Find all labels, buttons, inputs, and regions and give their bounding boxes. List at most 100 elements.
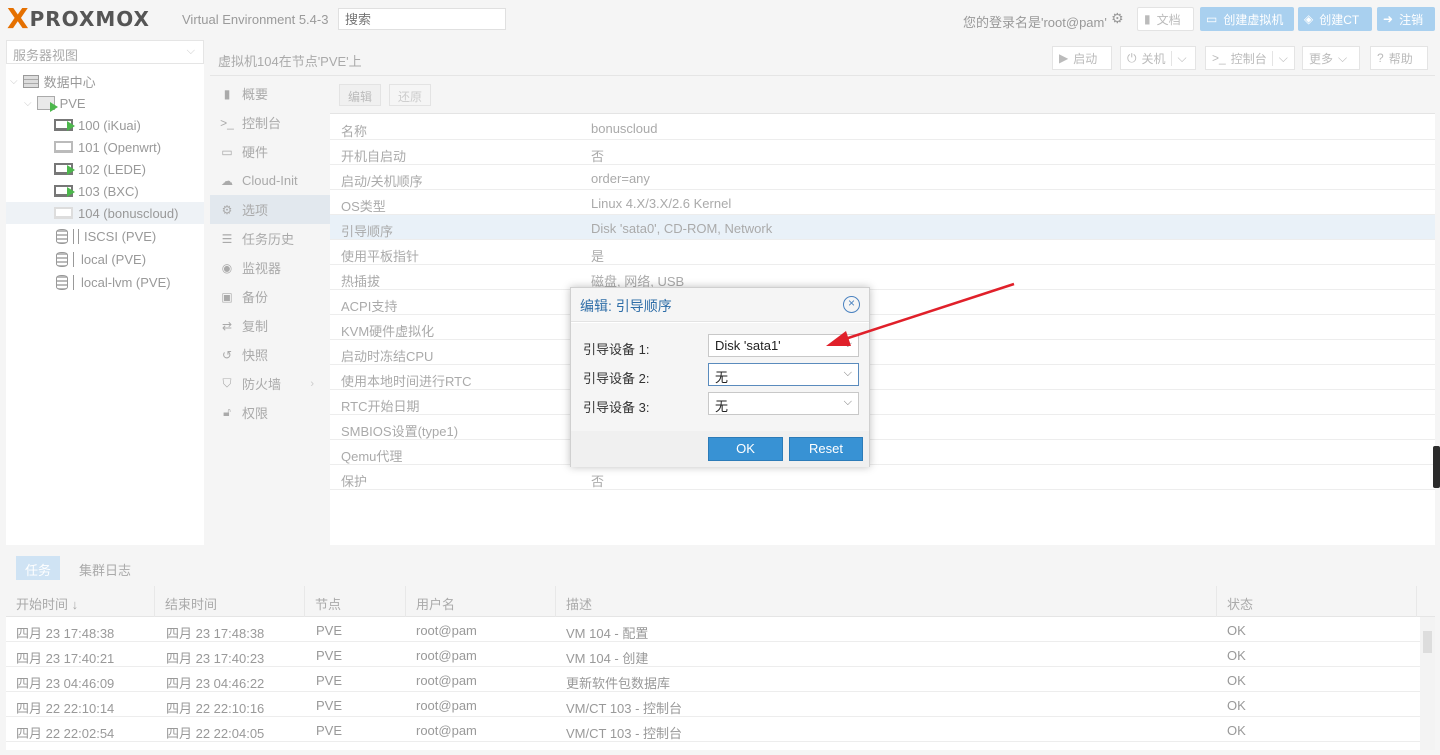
option-row[interactable]: SMBIOS设置(type1) bbox=[330, 415, 1435, 440]
option-key: 启动/关机顺序 bbox=[341, 174, 423, 189]
menu-item-backup[interactable]: ▣ 备份 bbox=[210, 282, 330, 311]
column-node[interactable]: 节点 bbox=[305, 586, 406, 617]
task-row[interactable]: 四月 22 22:02:54 四月 22 22:04:05 PVE root@pam V… bbox=[6, 717, 1420, 742]
chevron-down-icon[interactable]: ⌵ bbox=[1170, 50, 1187, 66]
task-cell: root@pam bbox=[416, 723, 477, 738]
view-selector[interactable]: 服务器视图 ⌵ bbox=[6, 40, 204, 64]
console-button[interactable]: >_ 控制台 ⌵ bbox=[1205, 46, 1295, 70]
create-vm-button[interactable]: ▭ 创建虚拟机 bbox=[1200, 7, 1294, 31]
task-scrollbar[interactable] bbox=[1420, 617, 1435, 750]
option-row[interactable]: RTC开始日期 bbox=[330, 390, 1435, 415]
tree-item-node-pve[interactable]: ⌵ PVE bbox=[24, 92, 86, 114]
option-row[interactable]: Qemu代理 bbox=[330, 440, 1435, 465]
option-key: 开机自启动 bbox=[341, 149, 407, 164]
boot-device-3-select[interactable]: 无 ⌵ bbox=[708, 392, 859, 415]
database-icon bbox=[56, 274, 68, 290]
scrollbar-thumb[interactable] bbox=[1423, 631, 1432, 653]
option-row[interactable]: 开机自启动 否 bbox=[330, 140, 1435, 165]
terminal-icon: >_ bbox=[220, 115, 234, 130]
option-row[interactable]: 启动时冻结CPU bbox=[330, 340, 1435, 365]
tree-item-vm-101[interactable]: 101 (Openwrt) bbox=[54, 136, 161, 158]
tab-tasks[interactable]: 任务 bbox=[16, 556, 61, 580]
option-row[interactable]: 名称 bonuscloud bbox=[330, 115, 1435, 140]
column-end-time[interactable]: 结束时间 bbox=[155, 586, 305, 617]
tree-item-label: local-lvm (PVE) bbox=[81, 274, 171, 290]
boot-device-1-label: 引导设备 1: bbox=[583, 342, 650, 357]
task-cell: root@pam bbox=[416, 623, 477, 638]
search-input[interactable] bbox=[338, 8, 506, 30]
chevron-down-icon: ⌵ bbox=[1338, 50, 1348, 65]
option-row[interactable]: 保护 否 bbox=[330, 465, 1435, 490]
menu-item-snapshots[interactable]: ↺ 快照 bbox=[210, 340, 330, 369]
tree-item-storage-local-lvm[interactable]: local-lvm (PVE) bbox=[56, 271, 171, 293]
edit-button[interactable]: 编辑 bbox=[339, 84, 382, 106]
gear-icon[interactable]: ⚙ bbox=[1111, 10, 1124, 27]
option-value: 是 bbox=[591, 249, 605, 264]
tree-item-label: 103 (BXC) bbox=[78, 183, 139, 199]
option-row[interactable]: ACPI支持 bbox=[330, 290, 1435, 315]
boot-device-2-select[interactable]: 无 ⌵ bbox=[708, 363, 859, 386]
help-button[interactable]: ? 帮助 bbox=[1370, 46, 1428, 70]
menu-item-summary[interactable]: ▮ 概要 bbox=[210, 79, 330, 108]
more-button[interactable]: 更多 ⌵ bbox=[1302, 46, 1360, 70]
option-row[interactable]: 使用平板指针 是 bbox=[330, 240, 1435, 265]
proxmox-logo[interactable]: X PROXMOX bbox=[7, 5, 150, 33]
option-row[interactable]: 引导顺序 Disk 'sata0', CD-ROM, Network bbox=[330, 215, 1435, 240]
tree-item-datacenter[interactable]: ⌵ 数据中心 bbox=[10, 70, 96, 92]
tree-item-vm-100[interactable]: 100 (iKuai) bbox=[54, 114, 141, 136]
start-button[interactable]: ▶ 启动 bbox=[1052, 46, 1112, 70]
menu-item-label: 硬件 bbox=[242, 145, 269, 160]
ok-button[interactable]: OK bbox=[708, 437, 783, 461]
task-cell: OK bbox=[1227, 648, 1246, 663]
option-row[interactable]: KVM硬件虚拟化 bbox=[330, 315, 1435, 340]
vm-running-icon bbox=[54, 119, 75, 131]
option-value: bonuscloud bbox=[591, 121, 658, 136]
expand-toggle-icon[interactable]: ⌵ bbox=[10, 76, 18, 87]
menu-item-firewall[interactable]: ⛉ 防火墙 › bbox=[210, 369, 330, 398]
reset-button[interactable]: Reset bbox=[789, 437, 863, 461]
desktop-icon: ▭ bbox=[1206, 12, 1218, 26]
option-key: KVM硬件虚拟化 bbox=[341, 324, 435, 339]
task-row[interactable]: 四月 23 17:48:38 四月 23 17:48:38 PVE root@pam V… bbox=[6, 617, 1420, 642]
expand-toggle-icon[interactable]: ⌵ bbox=[24, 98, 32, 109]
menu-item-monitor[interactable]: ◉ 监视器 bbox=[210, 253, 330, 282]
task-row[interactable]: 四月 23 04:46:09 四月 23 04:46:22 PVE root@pam 更… bbox=[6, 667, 1420, 692]
book-icon: ▮ bbox=[223, 86, 231, 101]
option-row[interactable]: 使用本地时间进行RTC bbox=[330, 365, 1435, 390]
close-icon[interactable]: × bbox=[843, 296, 860, 313]
task-cell: VM/CT 103 - 控制台 bbox=[566, 701, 683, 716]
task-row[interactable]: 四月 23 17:40:21 四月 23 17:40:23 PVE root@pam V… bbox=[6, 642, 1420, 667]
create-ct-button[interactable]: ◈ 创建CT bbox=[1298, 7, 1372, 31]
option-row[interactable]: OS类型 Linux 4.X/3.X/2.6 Kernel bbox=[330, 190, 1435, 215]
tree-item-storage-iscsi[interactable]: ISCSI (PVE) bbox=[56, 225, 156, 247]
view-selector-value: 服务器视图 bbox=[13, 48, 79, 63]
tree-item-vm-104[interactable]: 104 (bonuscloud) bbox=[6, 202, 204, 224]
task-row[interactable]: 四月 22 22:10:14 四月 22 22:10:16 PVE root@pam V… bbox=[6, 692, 1420, 717]
side-panel-handle[interactable] bbox=[1433, 446, 1440, 488]
menu-item-options[interactable]: ⚙ 选项 bbox=[210, 195, 330, 224]
shutdown-button[interactable]: ⏻ 关机 ⌵ bbox=[1120, 46, 1196, 70]
logout-button[interactable]: ➜ 注销 bbox=[1377, 7, 1435, 31]
menu-item-hardware[interactable]: ▭ 硬件 bbox=[210, 137, 330, 166]
menu-item-replication[interactable]: ⇄ 复制 bbox=[210, 311, 330, 340]
docs-button[interactable]: ▮ 文档 bbox=[1137, 7, 1194, 31]
revert-button[interactable]: 还原 bbox=[389, 84, 432, 106]
tree-item-vm-103[interactable]: 103 (BXC) bbox=[54, 180, 139, 202]
unlock-icon: 🔓︎ bbox=[223, 405, 231, 419]
menu-item-task-history[interactable]: ☰ 任务历史 bbox=[210, 224, 330, 253]
option-row[interactable]: 启动/关机顺序 order=any bbox=[330, 165, 1435, 190]
tree-item-storage-local[interactable]: local (PVE) bbox=[56, 248, 146, 270]
tab-cluster-log[interactable]: 集群日志 bbox=[70, 556, 140, 580]
menu-item-permissions[interactable]: 🔓︎ 权限 bbox=[210, 398, 330, 427]
tree-item-vm-102[interactable]: 102 (LEDE) bbox=[54, 158, 146, 180]
column-description[interactable]: 描述 bbox=[556, 586, 1217, 617]
column-status[interactable]: 状态 bbox=[1217, 586, 1417, 617]
option-row[interactable]: 热插拔 磁盘, 网络, USB bbox=[330, 265, 1435, 290]
column-user[interactable]: 用户名 bbox=[406, 586, 556, 617]
boot-device-1-select[interactable]: Disk 'sata1' ⌵ bbox=[708, 334, 859, 357]
docs-button-label: 文档 bbox=[1156, 12, 1181, 27]
menu-item-console[interactable]: >_ 控制台 bbox=[210, 108, 330, 137]
menu-item-cloud-init[interactable]: ☁ Cloud-Init bbox=[210, 166, 330, 195]
column-start-time[interactable]: 开始时间 ↓ bbox=[6, 586, 155, 617]
chevron-down-icon[interactable]: ⌵ bbox=[1271, 50, 1288, 66]
